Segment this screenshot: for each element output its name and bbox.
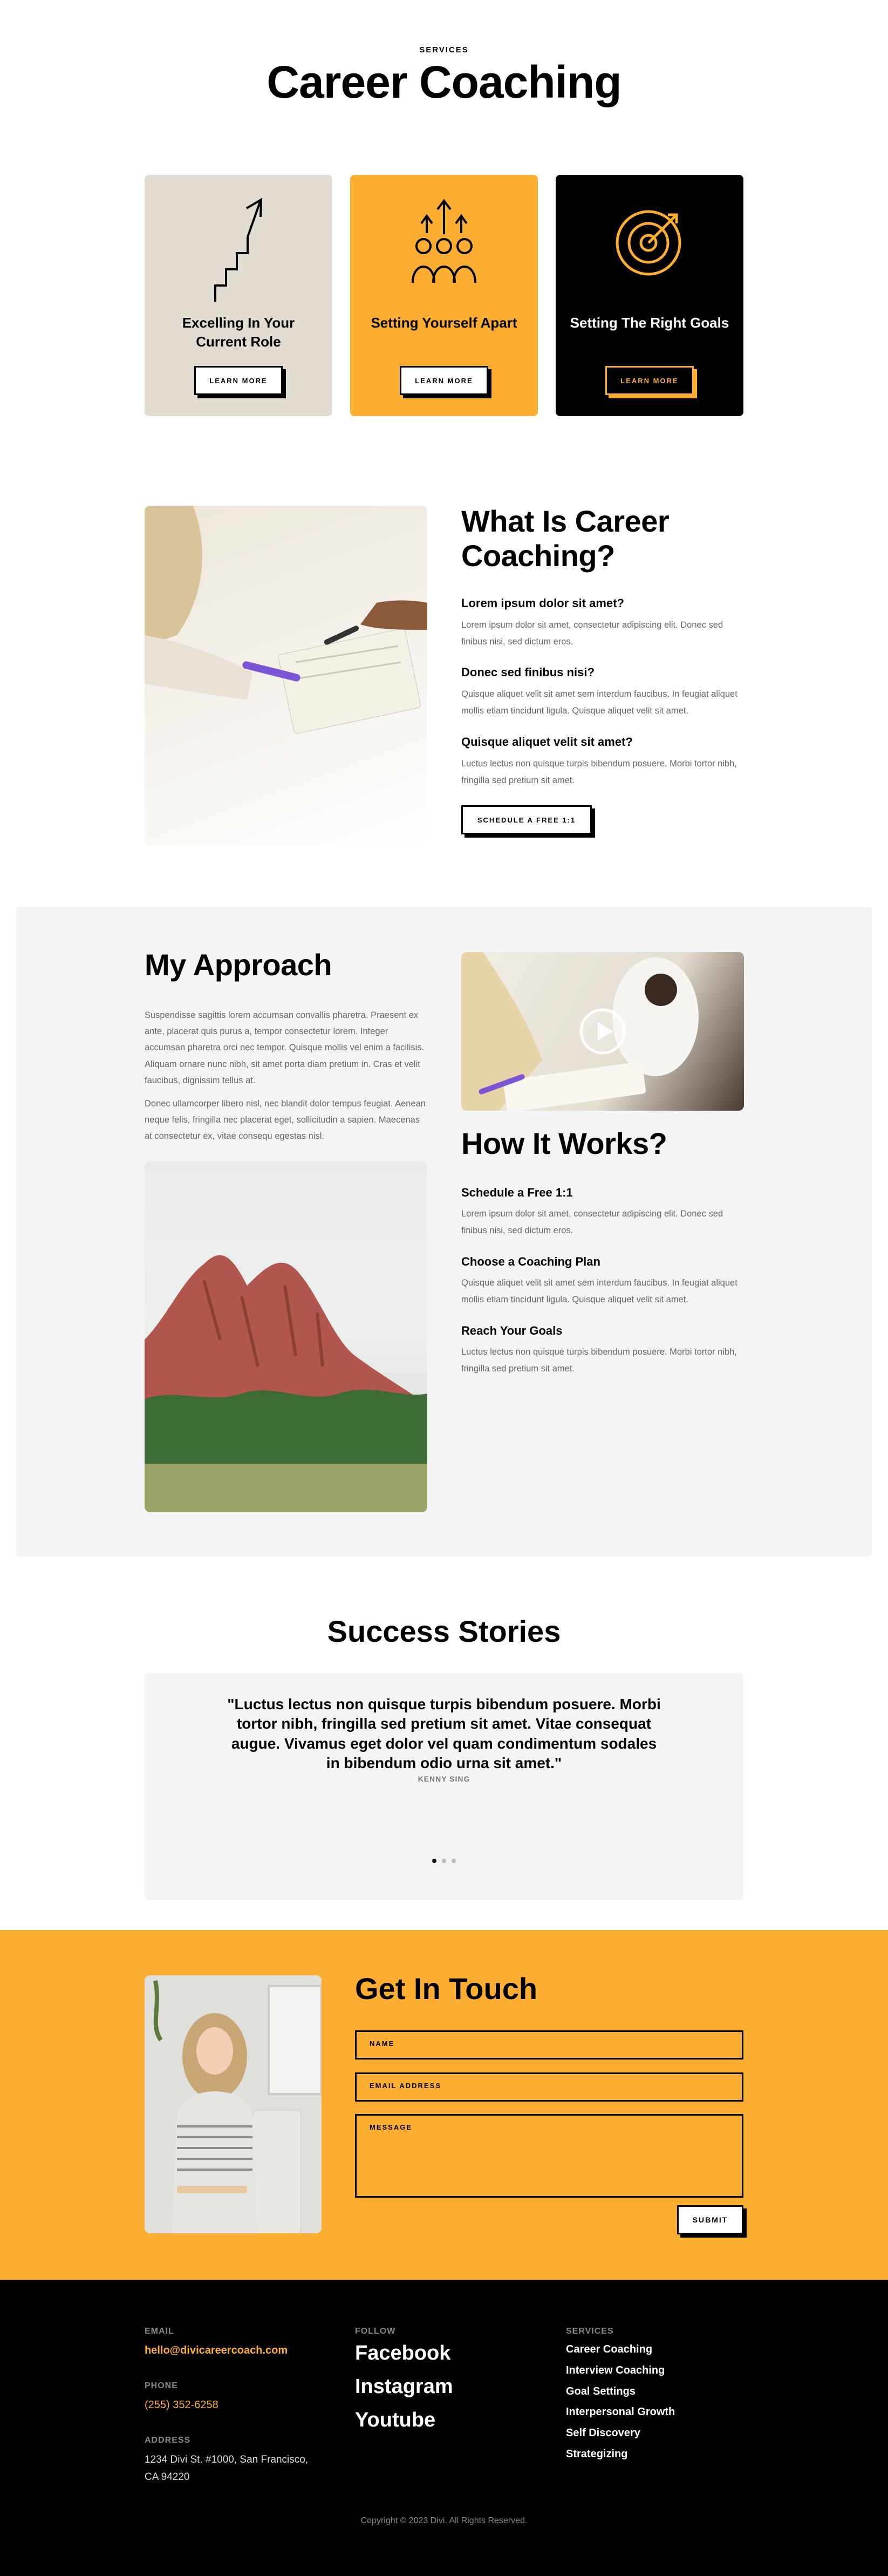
how-title: How It Works? <box>461 1126 667 1160</box>
step-title: Schedule a Free 1:1 <box>461 1186 573 1199</box>
instagram-link[interactable]: Instagram <box>355 2375 453 2398</box>
slider-dots <box>145 1859 743 1863</box>
schedule-button[interactable]: SCHEDULE A FREE 1:1 <box>461 805 592 834</box>
faq-answer: Luctus lectus non quisque turpis bibendu… <box>461 759 737 785</box>
coach-portrait-photo <box>145 1975 322 2233</box>
service-card-title: Setting The Right Goals <box>570 315 729 331</box>
success-title: Success Stories <box>327 1614 561 1648</box>
facebook-link[interactable]: Facebook <box>355 2342 450 2365</box>
page: SERVICES Career Coaching Excelling In Yo… <box>0 0 888 2576</box>
step-text: Luctus lectus non quisque turpis bibendu… <box>461 1347 737 1374</box>
slider-dot-active[interactable] <box>432 1859 436 1863</box>
footer-service-link[interactable]: Interview Coaching <box>566 2364 665 2377</box>
stairs-arrow-icon <box>214 198 263 302</box>
faq-question: Lorem ipsum dolor sit amet? <box>461 596 624 610</box>
service-card-excelling: Excelling In Your Current Role LEARN MOR… <box>145 175 332 416</box>
service-card-title: Setting Yourself Apart <box>371 315 517 331</box>
step-title: Choose a Coaching Plan <box>461 1255 600 1268</box>
email-field[interactable]: EMAIL ADDRESS <box>355 2072 743 2102</box>
service-card-goals: Setting The Right Goals LEARN MORE <box>556 175 743 416</box>
footer-follow-label: FOLLOW <box>355 2327 396 2336</box>
learn-more-button[interactable]: LEARN MORE <box>400 366 488 395</box>
footer-email-link[interactable]: hello@divicareercoach.com <box>145 2344 288 2357</box>
learn-more-button[interactable]: LEARN MORE <box>605 366 694 395</box>
footer: EMAIL hello@divicareercoach.com PHONE (2… <box>0 2280 888 2576</box>
approach-title: My Approach <box>145 948 332 982</box>
faq-answer: Quisque aliquet velit sit amet sem inter… <box>461 689 737 716</box>
footer-email-label: EMAIL <box>145 2327 174 2336</box>
name-field[interactable]: NAME <box>355 2030 743 2060</box>
footer-address-label: ADDRESS <box>145 2436 191 2445</box>
slider-dot[interactable] <box>452 1859 456 1863</box>
footer-address-line: CA 94220 <box>145 2471 190 2483</box>
team-arrows-icon <box>412 199 476 283</box>
copyright-text: Copyright © 2023 Divi. All Rights Reserv… <box>360 2516 528 2525</box>
testimonial-author: KENNY SING <box>418 1775 470 1783</box>
what-is-title: What Is Career Coaching? <box>461 504 670 573</box>
step-text: Lorem ipsum dolor sit amet, consectetur … <box>461 1209 723 1235</box>
footer-service-link[interactable]: Strategizing <box>566 2448 627 2461</box>
message-field[interactable]: MESSAGE <box>355 2114 743 2198</box>
approach-paragraph: Donec ullamcorper libero nisl, nec bland… <box>145 1099 426 1141</box>
target-icon <box>616 210 681 276</box>
step-text: Quisque aliquet velit sit amet sem inter… <box>461 1278 737 1304</box>
footer-phone-link[interactable]: (255) 352-6258 <box>145 2399 218 2411</box>
youtube-link[interactable]: Youtube <box>355 2409 435 2432</box>
faq-question: Quisque aliquet velit sit amet? <box>461 735 633 749</box>
coaching-session-photo <box>145 506 427 846</box>
footer-service-link[interactable]: Self Discovery <box>566 2427 640 2439</box>
testimonial-slider: "Luctus lectus non quisque turpis bibend… <box>145 1673 743 1900</box>
page-title: Career Coaching <box>267 57 621 107</box>
faq-answer: Lorem ipsum dolor sit amet, consectetur … <box>461 620 723 647</box>
approach-paragraph: Suspendisse sagittis lorem accumsan conv… <box>145 1010 425 1085</box>
submit-button[interactable]: SUBMIT <box>677 2205 743 2234</box>
testimonial-quote: "Luctus lectus non quisque turpis bibend… <box>227 1696 661 1772</box>
step-title: Reach Your Goals <box>461 1324 563 1337</box>
footer-service-link[interactable]: Goal Settings <box>566 2385 636 2398</box>
hero-eyebrow: SERVICES <box>419 45 469 55</box>
footer-services-label: SERVICES <box>566 2327 614 2336</box>
footer-service-link[interactable]: Interpersonal Growth <box>566 2406 675 2418</box>
service-card-apart: Setting Yourself Apart LEARN MORE <box>350 175 538 416</box>
learn-more-button[interactable]: LEARN MORE <box>194 366 283 395</box>
slider-dot[interactable] <box>442 1859 446 1863</box>
video-thumbnail[interactable] <box>461 952 744 1111</box>
faq-question: Donec sed finibus nisi? <box>461 665 595 679</box>
mountain-photo <box>145 1161 427 1512</box>
footer-phone-label: PHONE <box>145 2381 178 2390</box>
footer-address-line: 1234 Divi St. #1000, San Francisco, <box>145 2454 309 2465</box>
service-card-title: Excelling In Your Current Role <box>182 315 295 350</box>
contact-title: Get In Touch <box>355 1972 538 2006</box>
play-icon[interactable] <box>579 1008 626 1055</box>
footer-service-link[interactable]: Career Coaching <box>566 2343 652 2356</box>
